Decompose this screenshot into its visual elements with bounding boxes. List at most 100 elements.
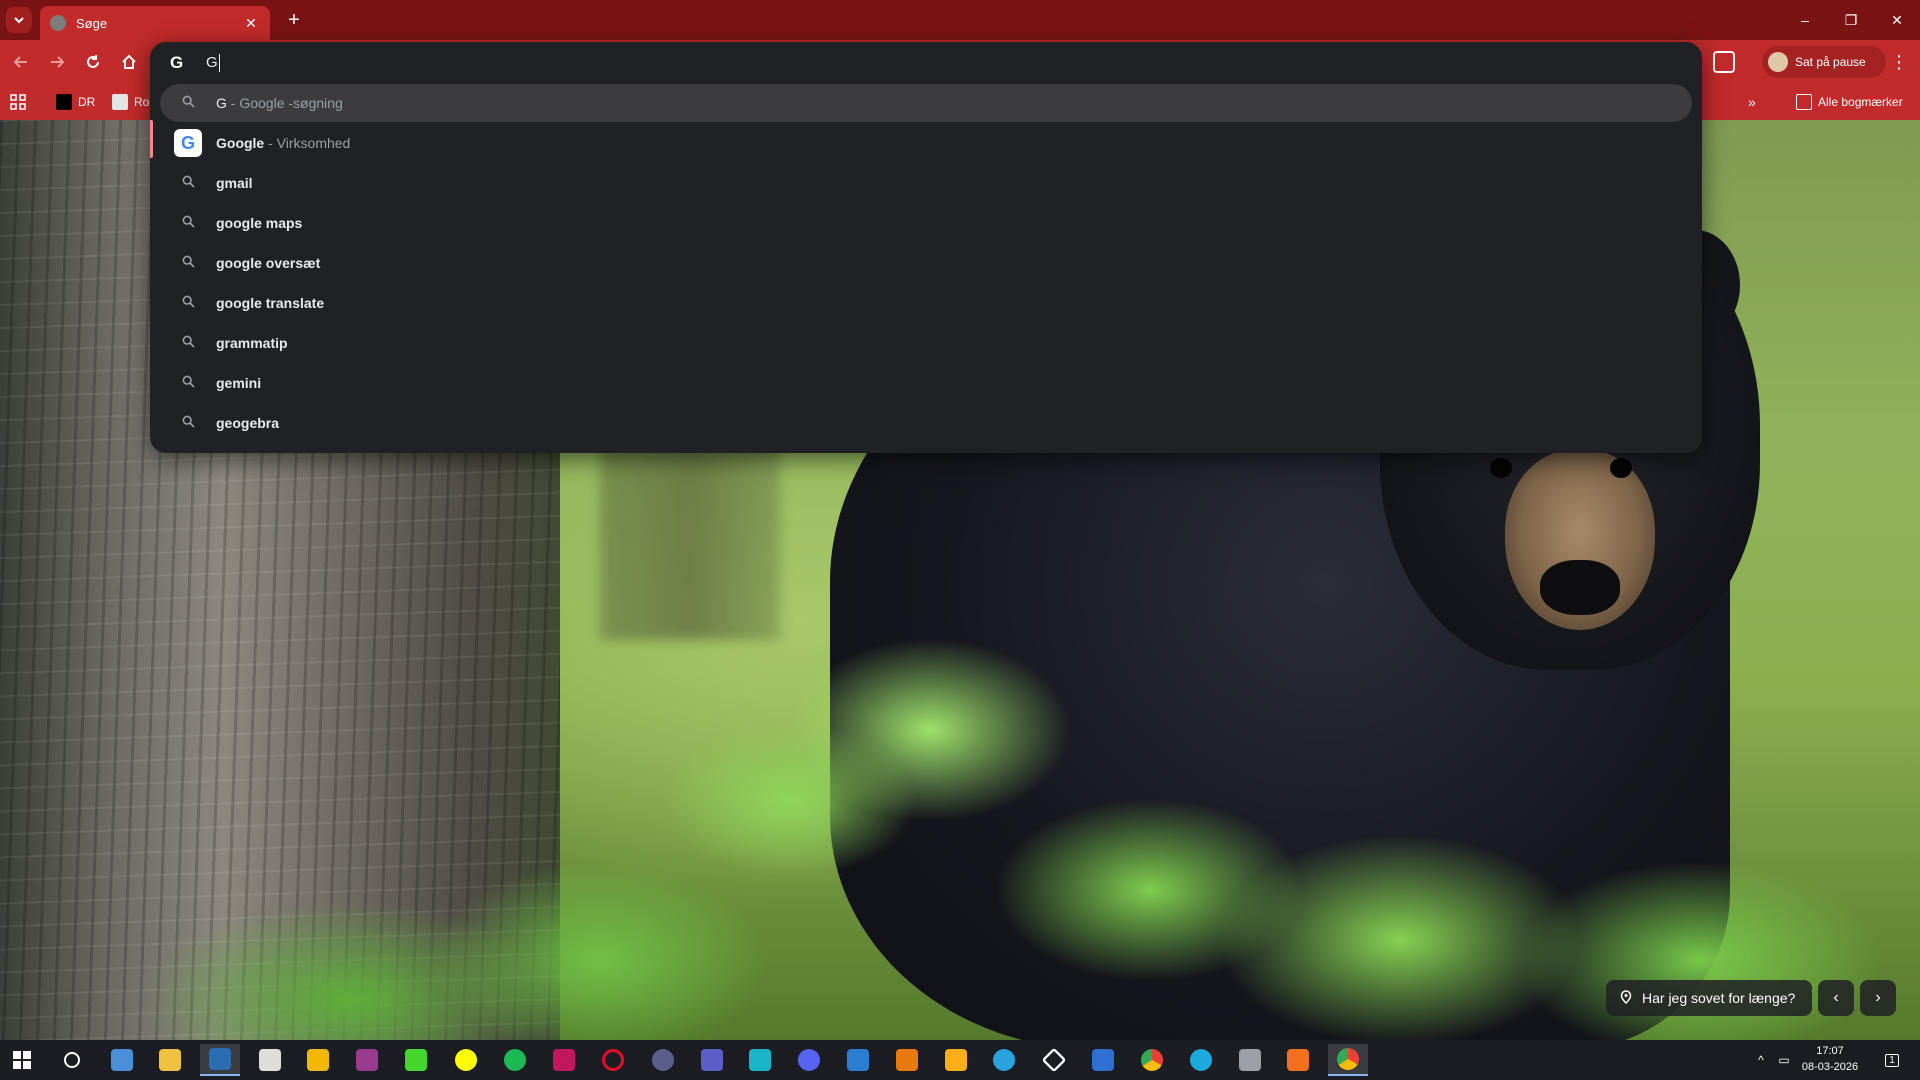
discord-icon[interactable]	[789, 1044, 829, 1076]
app-red-icon[interactable]	[544, 1044, 584, 1076]
omnibox-suggestion[interactable]: google oversæt	[160, 244, 1692, 282]
suggestion-query: google oversæt	[216, 255, 321, 271]
bear-eye	[1610, 458, 1632, 478]
windows-start-icon[interactable]	[2, 1044, 42, 1076]
maximize-button[interactable]: ❐	[1828, 0, 1874, 40]
app-blue-window-icon[interactable]	[1083, 1044, 1123, 1076]
search-icon	[174, 95, 202, 111]
suggestion-query: geogebra	[216, 415, 280, 431]
search-icon	[174, 215, 202, 231]
clock-date: 08-03-2026	[1801, 1061, 1859, 1073]
bookmark-rol[interactable]: Rol	[112, 91, 152, 113]
arrow-left-icon	[13, 56, 27, 68]
omnibox-suggestion[interactable]: google maps	[160, 204, 1692, 242]
all-bookmarks-button[interactable]: Alle bogmærker	[1796, 91, 1903, 113]
location-pin-icon	[1620, 989, 1632, 1007]
teams-icon[interactable]	[692, 1044, 732, 1076]
steam-icon[interactable]	[200, 1044, 240, 1076]
profile-status-label: Sat på pause	[1795, 55, 1866, 69]
chrome-active-icon[interactable]	[1328, 1044, 1368, 1076]
tab-close-button[interactable]: ✕	[242, 15, 260, 32]
reload-button[interactable]	[80, 49, 106, 75]
suggestion-query: G	[216, 95, 227, 111]
app-circle-icon[interactable]	[643, 1044, 683, 1076]
tab-search-button[interactable]	[6, 7, 32, 33]
app-gray-icon[interactable]	[1230, 1044, 1270, 1076]
suggestion-query: grammatip	[216, 335, 288, 351]
omnibox-suggestion[interactable]: G Google - Virksomhed	[160, 124, 1692, 162]
store-icon[interactable]	[102, 1044, 142, 1076]
next-background-button[interactable]: ›	[1860, 980, 1896, 1016]
app-diamond-icon[interactable]	[1034, 1044, 1074, 1076]
selection-indicator	[150, 120, 153, 158]
extensions-icon[interactable]	[1713, 51, 1735, 73]
photo-attribution-chip[interactable]: Har jeg sovet for længe?	[1606, 980, 1812, 1016]
notification-center-icon[interactable]: 1	[1876, 1040, 1908, 1080]
home-button[interactable]	[116, 49, 142, 75]
omnibox-suggestion[interactable]: grammatip	[160, 324, 1692, 362]
omnibox-input[interactable]: G G	[150, 42, 1702, 84]
rockstar-r-icon[interactable]	[298, 1044, 338, 1076]
rockstar-launcher-icon[interactable]	[936, 1044, 976, 1076]
tab-active[interactable]: Søge ✕	[40, 6, 270, 40]
app-window-icon[interactable]	[838, 1044, 878, 1076]
search-icon	[174, 175, 202, 191]
tab-strip: Søge ✕ + – ❐ ✕	[0, 0, 1920, 40]
opera-icon[interactable]	[593, 1044, 633, 1076]
app-orange-mountain-icon[interactable]	[1278, 1044, 1318, 1076]
chevron-down-icon	[14, 17, 24, 24]
omnibox-suggestion[interactable]: gmail	[160, 164, 1692, 202]
dr-logo-icon	[56, 94, 72, 110]
new-tab-button[interactable]: +	[282, 8, 306, 32]
apps-grid-icon[interactable]	[10, 91, 26, 113]
minimize-button[interactable]: –	[1782, 0, 1828, 40]
snapchat-icon[interactable]	[446, 1044, 486, 1076]
suggestion-query: google translate	[216, 295, 325, 311]
search-icon	[174, 335, 202, 351]
notion-icon[interactable]	[250, 1044, 290, 1076]
suggestion-description: - Google -søgning	[226, 95, 343, 111]
back-button[interactable]	[8, 49, 34, 75]
bookmark-dr[interactable]: DR	[56, 91, 95, 113]
edge-icon[interactable]	[1181, 1044, 1221, 1076]
file-explorer-icon[interactable]	[150, 1044, 190, 1076]
telegram-icon[interactable]	[984, 1044, 1024, 1076]
more-menu-icon[interactable]: ⋮	[1886, 48, 1912, 76]
omnibox-suggestion[interactable]: geogebra	[160, 404, 1692, 442]
search-icon	[174, 375, 202, 391]
omnibox-suggestion[interactable]: google translate	[160, 284, 1692, 322]
bookmark-favicon	[112, 94, 128, 110]
reload-icon	[87, 55, 99, 68]
bookmarks-overflow-chevron-icon[interactable]: »	[1748, 91, 1756, 113]
profile-button[interactable]: Sat på pause	[1762, 46, 1886, 78]
all-bookmarks-label: Alle bogmærker	[1818, 95, 1903, 109]
bookmark-label: DR	[78, 95, 96, 109]
spotify-icon[interactable]	[495, 1044, 535, 1076]
bear-nose	[1540, 560, 1620, 615]
notification-count: 1	[1885, 1053, 1899, 1067]
app-teal-icon[interactable]	[740, 1044, 780, 1076]
previous-background-button[interactable]: ‹	[1818, 980, 1854, 1016]
clock-time: 17:07	[1816, 1045, 1844, 1057]
omnibox-dropdown: G G G - Google -søgning G Google - Virksom…	[150, 42, 1702, 453]
text-caret	[218, 54, 220, 73]
chrome-icon[interactable]	[1132, 1044, 1172, 1076]
omnibox-suggestion[interactable]: gemini	[160, 364, 1692, 402]
home-icon	[122, 54, 136, 69]
close-window-button[interactable]: ✕	[1874, 0, 1920, 40]
omnibox-suggestion[interactable]: G - Google -søgning	[160, 84, 1692, 122]
razer-icon[interactable]	[396, 1044, 436, 1076]
avatar	[1768, 52, 1788, 72]
suggestion-query: Google	[216, 135, 265, 151]
cortana-search-icon[interactable]	[52, 1044, 92, 1076]
winrar-icon[interactable]	[347, 1044, 387, 1076]
google-entity-icon: G	[174, 129, 202, 157]
taskbar-clock[interactable]: 17:07 08-03-2026	[1790, 1043, 1870, 1077]
suggestion-description: - Virksomhed	[264, 135, 351, 151]
omnibox-text[interactable]: G	[206, 54, 220, 73]
app-orange-icon[interactable]	[887, 1044, 927, 1076]
forward-button[interactable]	[44, 49, 70, 75]
suggestion-query: google maps	[216, 215, 303, 231]
tray-chevron-up-icon[interactable]: ^	[1752, 1040, 1770, 1080]
suggestion-query: gemini	[216, 375, 262, 391]
